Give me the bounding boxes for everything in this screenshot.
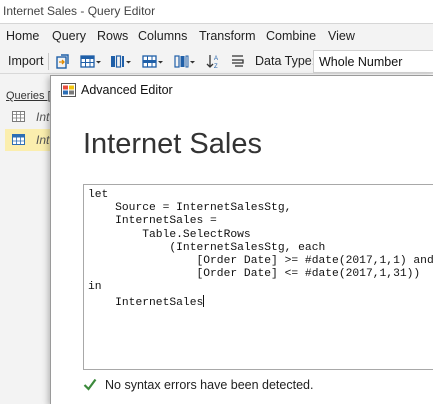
table-icon — [12, 111, 25, 122]
code-line: let — [88, 189, 109, 201]
checkmark-icon — [83, 378, 97, 391]
data-type-value: Whole Number — [319, 55, 403, 69]
text-caret — [203, 294, 205, 307]
window-titlebar: Internet Sales - Query Editor — [0, 0, 433, 24]
import-table-icon[interactable] — [56, 54, 70, 69]
data-type-label: Data Type: — [255, 54, 316, 68]
code-line: [Order Date] <= #date(2017,1,31)) — [88, 268, 421, 281]
code-line: in — [88, 281, 102, 294]
code-line-text: InternetSales — [88, 296, 204, 309]
query-item-selected[interactable]: Int — [5, 129, 54, 151]
code-line: (InternetSalesStg, each — [88, 241, 326, 254]
menu-query[interactable]: Query — [52, 29, 86, 43]
code-line: [Order Date] >= #date(2017,1,1) and — [88, 255, 433, 268]
table-icon — [12, 134, 25, 145]
code-line: Source = InternetSalesStg, — [88, 202, 292, 215]
menu-home[interactable]: Home — [6, 29, 39, 43]
menu-bar: Home Query Rows Columns Transform Combin… — [0, 26, 433, 48]
menu-combine[interactable]: Combine — [266, 29, 316, 43]
window-title: Internet Sales - Query Editor — [3, 4, 156, 18]
import-label[interactable]: Import — [8, 54, 43, 68]
syntax-status: No syntax errors have been detected. — [105, 378, 314, 392]
svg-text:Z: Z — [214, 64, 218, 69]
table-grid-icon[interactable] — [80, 54, 102, 69]
sort-icon[interactable]: A Z — [206, 54, 219, 69]
menu-view[interactable]: View — [328, 29, 355, 43]
menu-columns[interactable]: Columns — [138, 29, 187, 43]
menu-transform[interactable]: Transform — [199, 29, 256, 43]
code-line: Table.SelectRows — [88, 228, 251, 241]
advanced-editor-dialog: Advanced Editor Internet Sales let Sourc… — [50, 75, 433, 404]
queries-header[interactable]: Queries [ — [6, 90, 51, 102]
svg-text:A: A — [214, 56, 218, 62]
query-heading: Internet Sales — [83, 128, 262, 160]
advanced-editor-icon — [61, 83, 76, 97]
format-icon[interactable] — [230, 54, 245, 69]
toolbar-separator — [48, 53, 49, 70]
menu-rows[interactable]: Rows — [97, 29, 128, 43]
code-text[interactable]: let Source = InternetSalesStg, InternetS… — [88, 189, 433, 310]
data-type-dropdown[interactable]: Whole Number — [313, 50, 433, 73]
code-line: InternetSales = — [88, 215, 217, 228]
query-item[interactable]: Int — [5, 106, 54, 128]
dialog-title: Advanced Editor — [81, 83, 173, 97]
code-editor[interactable]: let Source = InternetSalesStg, InternetS… — [83, 184, 433, 370]
column-add-icon[interactable] — [174, 54, 196, 69]
queries-pane: Queries [ Int Int — [0, 75, 54, 404]
code-line-last: InternetSales — [88, 294, 433, 310]
column-split-icon[interactable] — [110, 54, 132, 69]
table-rows-icon[interactable] — [142, 54, 164, 69]
